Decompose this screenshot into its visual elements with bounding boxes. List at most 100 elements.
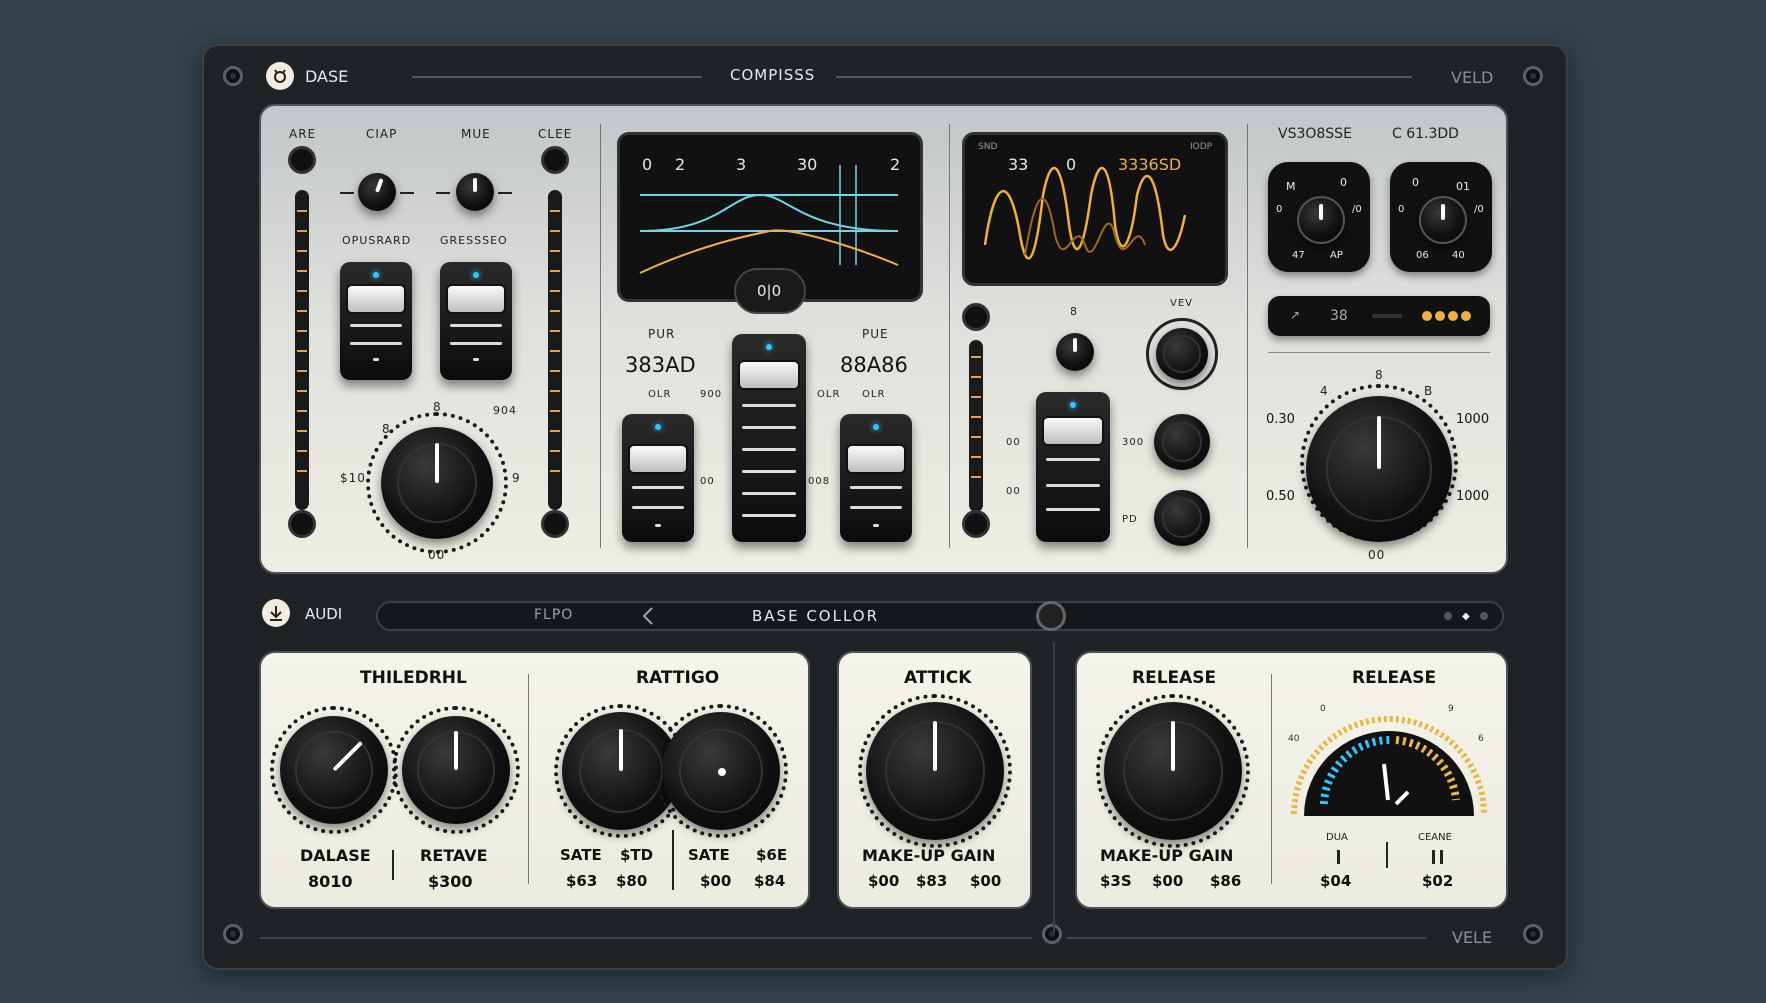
fader-bottom-cap[interactable] <box>288 510 316 538</box>
ratio-label: $TD <box>620 846 654 864</box>
divider <box>600 124 601 548</box>
footer-right-label: VELE <box>1452 928 1493 947</box>
right-section-subtitle: C 61.3DD <box>1392 126 1459 142</box>
big-knob[interactable] <box>1306 396 1452 542</box>
attack-knob[interactable] <box>866 702 1004 840</box>
switch-opusrard[interactable] <box>340 262 412 380</box>
knob-b-label: 01 <box>1456 180 1470 193</box>
base-color-slider-handle[interactable] <box>1036 601 1066 631</box>
meter-label: DUA <box>1326 832 1348 843</box>
chevron-left-icon[interactable] <box>640 606 658 626</box>
meter-led-tick <box>297 310 307 312</box>
label-clee: CLEE <box>538 127 573 141</box>
divider <box>672 830 674 890</box>
switch-gressseo[interactable] <box>440 262 512 380</box>
meter-led-tick <box>971 456 981 458</box>
eq-left-caption: PUR <box>648 327 676 341</box>
meter-led-tick <box>550 390 560 392</box>
release-value: $86 <box>1210 872 1242 890</box>
threshold-knob-2[interactable] <box>402 716 510 824</box>
level-meter-wave[interactable] <box>969 340 983 512</box>
attack-value: $00 <box>868 872 900 890</box>
attack-title: ATTICK <box>904 668 972 688</box>
meter-label: CEANE <box>1418 832 1452 843</box>
threshold-label: RETAVE <box>420 846 488 865</box>
eq-right-value: 88A86 <box>840 353 908 377</box>
ratio-knob-2[interactable] <box>662 712 780 830</box>
meter-tick <box>1432 850 1435 864</box>
threshold-knob-1[interactable] <box>280 716 388 824</box>
knob-b[interactable] <box>1419 196 1467 244</box>
meter-led-tick <box>297 430 307 432</box>
fader-top-cap <box>288 146 316 174</box>
fader-eq-right[interactable] <box>840 414 912 542</box>
strip-arrow-icon: ↗ <box>1290 308 1301 322</box>
scale-label: 904 <box>493 404 517 417</box>
meter-led-tick <box>971 476 981 478</box>
knob-a-label: /0 <box>1352 204 1362 215</box>
scale-label: 300 <box>1122 437 1145 448</box>
meter-led-tick <box>297 210 307 212</box>
divider <box>1386 842 1388 868</box>
scale-label: 0.30 <box>1266 412 1295 427</box>
knob-a[interactable] <box>1297 196 1345 244</box>
fader-eq-center[interactable] <box>732 334 806 542</box>
scale-label: 8 <box>1375 368 1384 382</box>
threshold-value: 8010 <box>308 872 353 891</box>
base-color-label: BASE COLLOR <box>752 607 880 625</box>
eq-scale-label: 30 <box>797 155 818 174</box>
ciap-knob[interactable] <box>358 173 396 211</box>
scale-label: 8 <box>382 422 391 436</box>
strip-leds <box>1422 311 1472 321</box>
ratio-value: $63 <box>566 872 598 890</box>
label-opusrard: OPUSRARD <box>342 234 412 247</box>
download-icon[interactable] <box>262 599 290 627</box>
wave-knob-1[interactable] <box>1154 414 1210 470</box>
label-are: ARE <box>289 127 317 141</box>
divider <box>392 850 394 880</box>
header-rule <box>412 76 702 78</box>
meter-led-tick <box>297 290 307 292</box>
wave-knob-2[interactable] <box>1154 490 1210 546</box>
header-rule <box>836 76 1412 78</box>
eq-right-caption: PUE <box>862 327 889 341</box>
meter-scale-label: 40 <box>1288 734 1300 744</box>
meter-led-tick <box>297 330 307 332</box>
strip-bar <box>1372 314 1402 318</box>
transport-icons[interactable]: ◆ <box>1444 610 1494 622</box>
vev-knob[interactable] <box>1156 328 1208 380</box>
meter-value: $04 <box>1320 872 1352 890</box>
scale-label: B <box>1424 384 1434 398</box>
meter-led-tick <box>550 230 560 232</box>
label-mue: MUE <box>461 127 491 141</box>
meter-led-tick <box>550 270 560 272</box>
fader-eq-left[interactable] <box>622 414 694 542</box>
release-label: MAKE-UP GAIN <box>1100 846 1234 865</box>
scale-label: 0.50 <box>1266 489 1295 504</box>
wave-small-knob[interactable] <box>1056 333 1094 371</box>
scale-label: 4 <box>1320 384 1329 398</box>
main-left-knob[interactable] <box>381 427 493 539</box>
meter-led-tick <box>297 390 307 392</box>
eq-scale-label: 3 <box>736 155 747 174</box>
fader-wave[interactable] <box>1036 392 1110 542</box>
screw <box>1523 66 1543 86</box>
tick <box>340 192 354 194</box>
mue-knob[interactable] <box>456 173 494 211</box>
ratio-value: $80 <box>616 872 648 890</box>
divider <box>1053 642 1055 932</box>
eq-scale-label: 2 <box>675 155 686 174</box>
ratio-value: $00 <box>700 872 732 890</box>
status-strip[interactable]: ↗ 38 <box>1268 296 1490 336</box>
ratio-title: RATTIGO <box>636 668 720 688</box>
meter-scale-label: 9 <box>1448 704 1454 714</box>
fader-bottom-cap[interactable] <box>962 510 990 538</box>
release-knob[interactable] <box>1104 702 1242 840</box>
waveform-display[interactable] <box>962 132 1228 286</box>
fader-bottom-cap[interactable] <box>541 510 569 538</box>
eq-toggle-button[interactable]: 0|0 <box>734 268 806 314</box>
release-value: $3S <box>1100 872 1132 890</box>
meter-value: $02 <box>1422 872 1454 890</box>
knob-a-label: 47 <box>1292 250 1305 261</box>
scale-label: OLR <box>862 389 886 400</box>
